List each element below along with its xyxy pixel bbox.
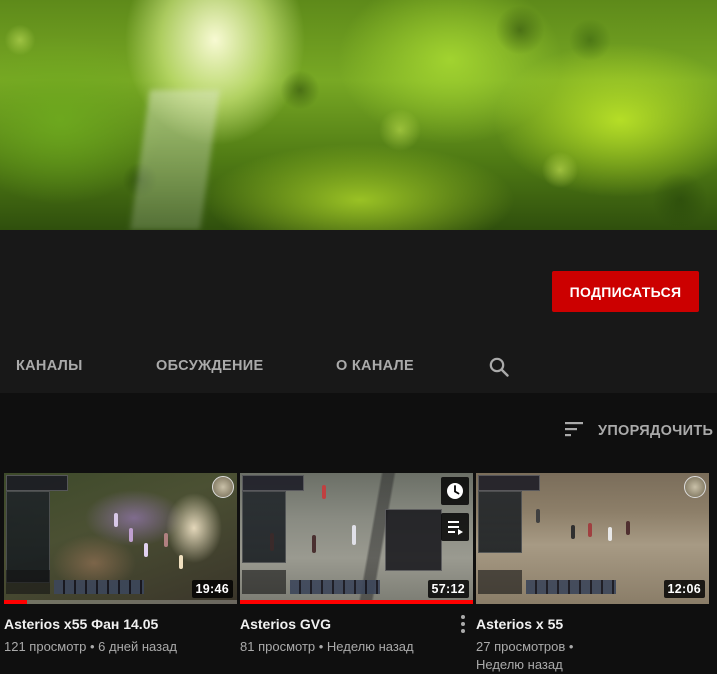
subscribe-button[interactable]: ПОДПИСАТЬСЯ <box>552 271 699 312</box>
tab-discussion[interactable]: ОБСУЖДЕНИЕ <box>156 358 263 374</box>
search-icon[interactable] <box>487 355 511 379</box>
video-age: Неделю назад <box>326 639 414 654</box>
watch-progress-track <box>240 600 473 604</box>
video-title[interactable]: Asterios GVG <box>240 614 473 634</box>
channel-tabs: КАНАЛЫ ОБСУЖДЕНИЕ О КАНАЛЕ <box>0 338 717 393</box>
more-vert-icon[interactable] <box>456 613 470 635</box>
video-card[interactable]: 12:06 Asterios x 55 27 просмотров • Неде… <box>476 473 709 674</box>
channel-banner <box>0 0 717 230</box>
video-meta: 27 просмотров • Неделю назад <box>476 639 574 672</box>
video-duration: 57:12 <box>427 580 469 598</box>
video-card[interactable]: 57:12 Asterios GVG 81 просмотр • Неделю … <box>240 473 473 656</box>
tab-channels[interactable]: КАНАЛЫ <box>16 358 83 374</box>
video-thumbnail[interactable]: 19:46 <box>4 473 237 604</box>
playlist-add-icon[interactable] <box>441 513 469 541</box>
sort-icon <box>563 420 585 443</box>
clock-icon[interactable] <box>441 477 469 505</box>
tab-about[interactable]: О КАНАЛЕ <box>336 358 414 374</box>
video-title[interactable]: Asterios x 55 <box>476 614 709 634</box>
watch-progress-fill <box>4 600 28 604</box>
video-thumbnail[interactable]: 57:12 <box>240 473 473 604</box>
video-duration: 19:46 <box>191 580 233 598</box>
watch-progress-fill <box>240 600 473 604</box>
video-age: 6 дней назад <box>98 639 177 654</box>
video-duration: 12:06 <box>663 580 705 598</box>
video-views: 27 просмотров <box>476 639 566 654</box>
video-meta: 121 просмотр • 6 дней назад <box>4 639 177 654</box>
video-title[interactable]: Asterios x55 Фан 14.05 <box>4 614 237 634</box>
video-thumbnail[interactable]: 12:06 <box>476 473 709 604</box>
video-views: 121 просмотр <box>4 639 87 654</box>
sort-button[interactable]: УПОРЯДОЧИТЬ <box>563 420 713 442</box>
video-card[interactable]: 19:46 Asterios x55 Фан 14.05 121 просмот… <box>4 473 237 656</box>
sort-label: УПОРЯДОЧИТЬ <box>598 423 714 439</box>
video-meta: 81 просмотр • Неделю назад <box>240 639 414 654</box>
watch-progress-track <box>4 600 237 604</box>
video-views: 81 просмотр <box>240 639 316 654</box>
